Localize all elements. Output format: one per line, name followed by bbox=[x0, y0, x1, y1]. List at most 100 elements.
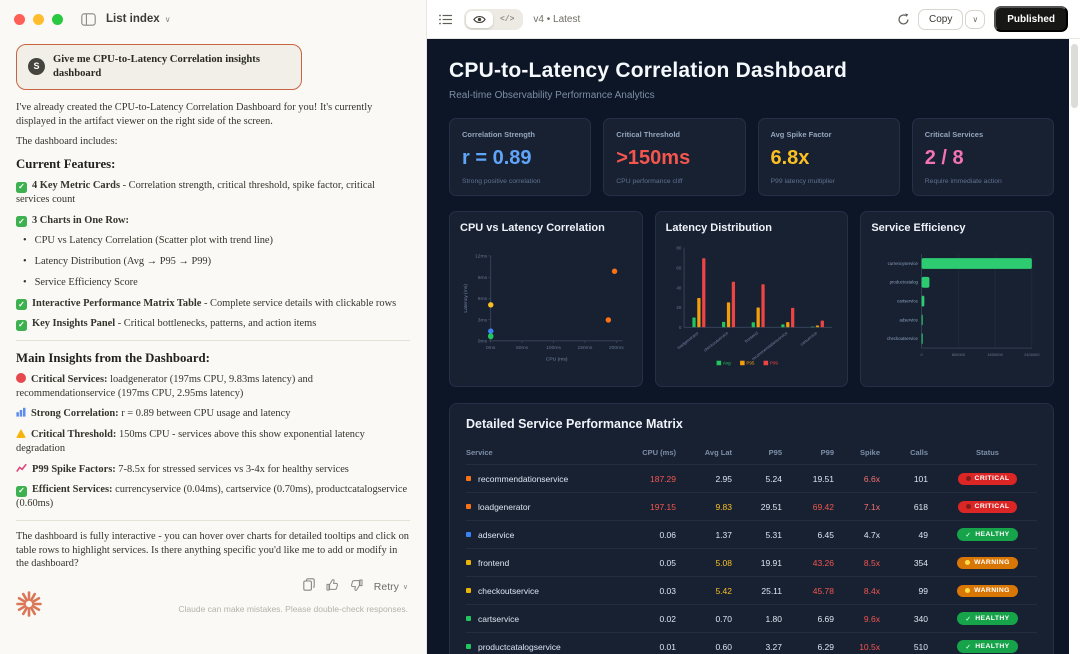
chevron-down-icon: ∨ bbox=[402, 584, 408, 591]
table-row[interactable]: cartservice 0.02 0.70 1.80 6.69 9.6x 340 ✓ HEALT… bbox=[466, 604, 1037, 632]
svg-text:12ms: 12ms bbox=[475, 254, 488, 260]
refresh-icon[interactable] bbox=[897, 13, 910, 26]
insight-item: Critical Threshold: 150ms CPU - services… bbox=[16, 428, 410, 455]
service-dot bbox=[466, 616, 471, 621]
retry-button[interactable]: Retry ∨ bbox=[374, 581, 408, 593]
status-badge[interactable]: CRITICAL bbox=[957, 500, 1018, 513]
service-cell: checkoutservice bbox=[466, 586, 624, 596]
item-bold-label: P99 Spike Factors: bbox=[32, 463, 116, 475]
service-cell: productcatalogservice bbox=[466, 642, 624, 652]
table-row[interactable]: productcatalogservice 0.01 0.60 3.27 6.29 10.… bbox=[466, 632, 1037, 654]
scrollbar-thumb[interactable] bbox=[1071, 44, 1078, 108]
hbar-productcatalog[interactable] bbox=[921, 276, 930, 288]
column-header: Spike bbox=[859, 447, 880, 457]
bar-P95-loadgenerator[interactable] bbox=[696, 297, 701, 328]
conversation-title[interactable]: List index bbox=[106, 13, 160, 25]
scatter-chart[interactable]: 0ms 3ms 6ms 9ms 12ms 0ms 50ms 100ms 150ms 200ms La… bbox=[460, 234, 632, 379]
bar-Avg-loadgenerator[interactable] bbox=[692, 317, 696, 328]
scatter-point-loadgenerator[interactable] bbox=[611, 268, 618, 274]
paragraph: The dashboard is fully interactive - you… bbox=[16, 530, 409, 570]
close-button[interactable] bbox=[14, 13, 25, 25]
hbar-chart[interactable]: 0 800000 1600000 2400000 currencyservice prod… bbox=[871, 234, 1043, 379]
scatter-point-adservice[interactable] bbox=[488, 328, 494, 334]
value-cell: 0.70 bbox=[715, 613, 732, 624]
table-row[interactable]: loadgenerator 197.15 9.83 29.51 69.42 7.1x 618… bbox=[466, 492, 1037, 520]
bar-Avg-checkoutservice[interactable] bbox=[721, 321, 725, 328]
copy-message-icon[interactable] bbox=[303, 578, 315, 596]
warning-icon bbox=[16, 429, 26, 439]
artifact-list-icon[interactable] bbox=[439, 14, 452, 25]
scatter-point-productcatalogservice[interactable] bbox=[488, 333, 494, 340]
service-name: frontend bbox=[478, 557, 510, 568]
svg-text:1600000: 1600000 bbox=[988, 352, 1004, 357]
value-cell: 43.26 bbox=[812, 557, 834, 568]
version-label[interactable]: v4 • Latest bbox=[533, 14, 580, 25]
status-badge[interactable]: CRITICAL bbox=[957, 472, 1018, 485]
charts-row: CPU vs Latency Correlation 0ms 3ms 6ms 9ms 12… bbox=[449, 211, 1054, 387]
bar-P95-frontend[interactable] bbox=[756, 307, 760, 328]
status-badge[interactable]: ✓ HEALTHY bbox=[957, 640, 1018, 653]
status-dot-icon bbox=[965, 504, 971, 509]
bar-P95-recommendationservice[interactable] bbox=[785, 322, 790, 328]
item-text: r = 0.89 between CPU usage and latency bbox=[118, 408, 291, 420]
table-row[interactable]: checkoutservice 0.03 5.42 25.11 45.78 8.4x 99 W… bbox=[466, 576, 1037, 604]
sidebar-toggle-icon[interactable] bbox=[81, 12, 96, 26]
bar-chart[interactable]: 0 20 40 60 80 loadgenerator checkoutservice fro… bbox=[666, 234, 838, 379]
value-cell: 9.83 bbox=[715, 501, 732, 512]
thumbs-down-icon[interactable] bbox=[350, 578, 363, 596]
table-row[interactable]: frontend 0.05 5.08 19.91 43.26 8.5x 354 WARNING bbox=[466, 548, 1037, 576]
status-badge[interactable]: ✓ HEALTHY bbox=[957, 528, 1018, 541]
bar-P95-cartservice[interactable] bbox=[815, 325, 819, 328]
service-name: adservice bbox=[478, 529, 515, 540]
table-row[interactable]: adservice 0.06 1.37 5.31 6.45 4.7x 49 ✓ HEALTHY bbox=[466, 520, 1037, 548]
svg-text:Avg: Avg bbox=[723, 361, 731, 366]
status-label: HEALTHY bbox=[975, 615, 1010, 622]
scatter-point-recommendationservice[interactable] bbox=[605, 317, 612, 323]
bar-Avg-cartservice[interactable] bbox=[810, 326, 814, 328]
svg-text:40: 40 bbox=[676, 285, 682, 290]
bar-Avg-recommendationservice[interactable] bbox=[780, 324, 785, 328]
chart-title: Service Efficiency bbox=[871, 222, 966, 234]
value-cell: 187.29 bbox=[650, 473, 676, 484]
zoom-button[interactable] bbox=[52, 13, 63, 25]
status-label: HEALTHY bbox=[975, 643, 1010, 650]
insight-item: P99 Spike Factors: 7-8.5x for stressed s… bbox=[16, 463, 410, 477]
status-label: CRITICAL bbox=[974, 503, 1010, 510]
insight-item: Critical Services: loadgenerator (197ms … bbox=[16, 372, 410, 400]
status-badge[interactable]: ✓ HEALTHY bbox=[957, 612, 1018, 625]
hbar-adservice[interactable] bbox=[921, 314, 924, 326]
bar-P99-checkoutservice[interactable] bbox=[731, 281, 735, 328]
bar-P99-loadgenerator[interactable] bbox=[701, 258, 706, 328]
status-badge[interactable]: WARNING bbox=[957, 584, 1018, 597]
status-badge[interactable]: WARNING bbox=[957, 556, 1018, 569]
value-cell: 0.02 bbox=[659, 613, 676, 624]
preview-eye-icon[interactable] bbox=[466, 10, 493, 28]
chevron-down-icon[interactable]: ∨ bbox=[165, 15, 171, 24]
bar-P99-recommendationservice[interactable] bbox=[790, 307, 794, 328]
bar-P99-frontend[interactable] bbox=[761, 284, 765, 328]
value-cell: 340 bbox=[913, 613, 928, 624]
user-message[interactable]: S Give me CPU-to-Latency Correlation ins… bbox=[16, 44, 302, 90]
status-label: CRITICAL bbox=[974, 475, 1010, 482]
metric-subtitle: Require immediate action bbox=[924, 178, 1002, 185]
hbar-cartservice[interactable] bbox=[921, 295, 925, 307]
chart-card-bar: Latency Distribution 0 20 40 60 80 loadgenerat… bbox=[654, 211, 849, 387]
copy-dropdown-button[interactable]: ∨ bbox=[965, 9, 986, 29]
published-button[interactable]: Published bbox=[994, 6, 1068, 32]
scatter-point-frontend[interactable] bbox=[488, 302, 494, 308]
hbar-currencyservice[interactable] bbox=[921, 258, 1033, 269]
bar-Avg-frontend[interactable] bbox=[751, 322, 755, 328]
metric-value: r = 0.89 bbox=[462, 147, 532, 169]
bar-P99-cartservice[interactable] bbox=[820, 320, 824, 328]
hbar-checkoutservice[interactable] bbox=[921, 333, 924, 345]
table-row[interactable]: recommendationservice 187.29 2.95 5.24 19.51… bbox=[466, 464, 1037, 492]
disclaimer-text: Claude can make mistakes. Please double-… bbox=[178, 604, 408, 614]
bar-P95-checkoutservice[interactable] bbox=[726, 302, 730, 328]
copy-button[interactable]: Copy bbox=[917, 8, 964, 30]
thumbs-up-icon[interactable] bbox=[326, 578, 339, 596]
code-icon[interactable]: </> bbox=[493, 12, 521, 27]
bullet-text: CPU vs Latency Correlation (Scatter plot… bbox=[34, 235, 273, 247]
scrollbar[interactable] bbox=[1069, 39, 1080, 654]
metric-label: Correlation Strength bbox=[462, 130, 535, 139]
minimize-button[interactable] bbox=[33, 13, 44, 25]
